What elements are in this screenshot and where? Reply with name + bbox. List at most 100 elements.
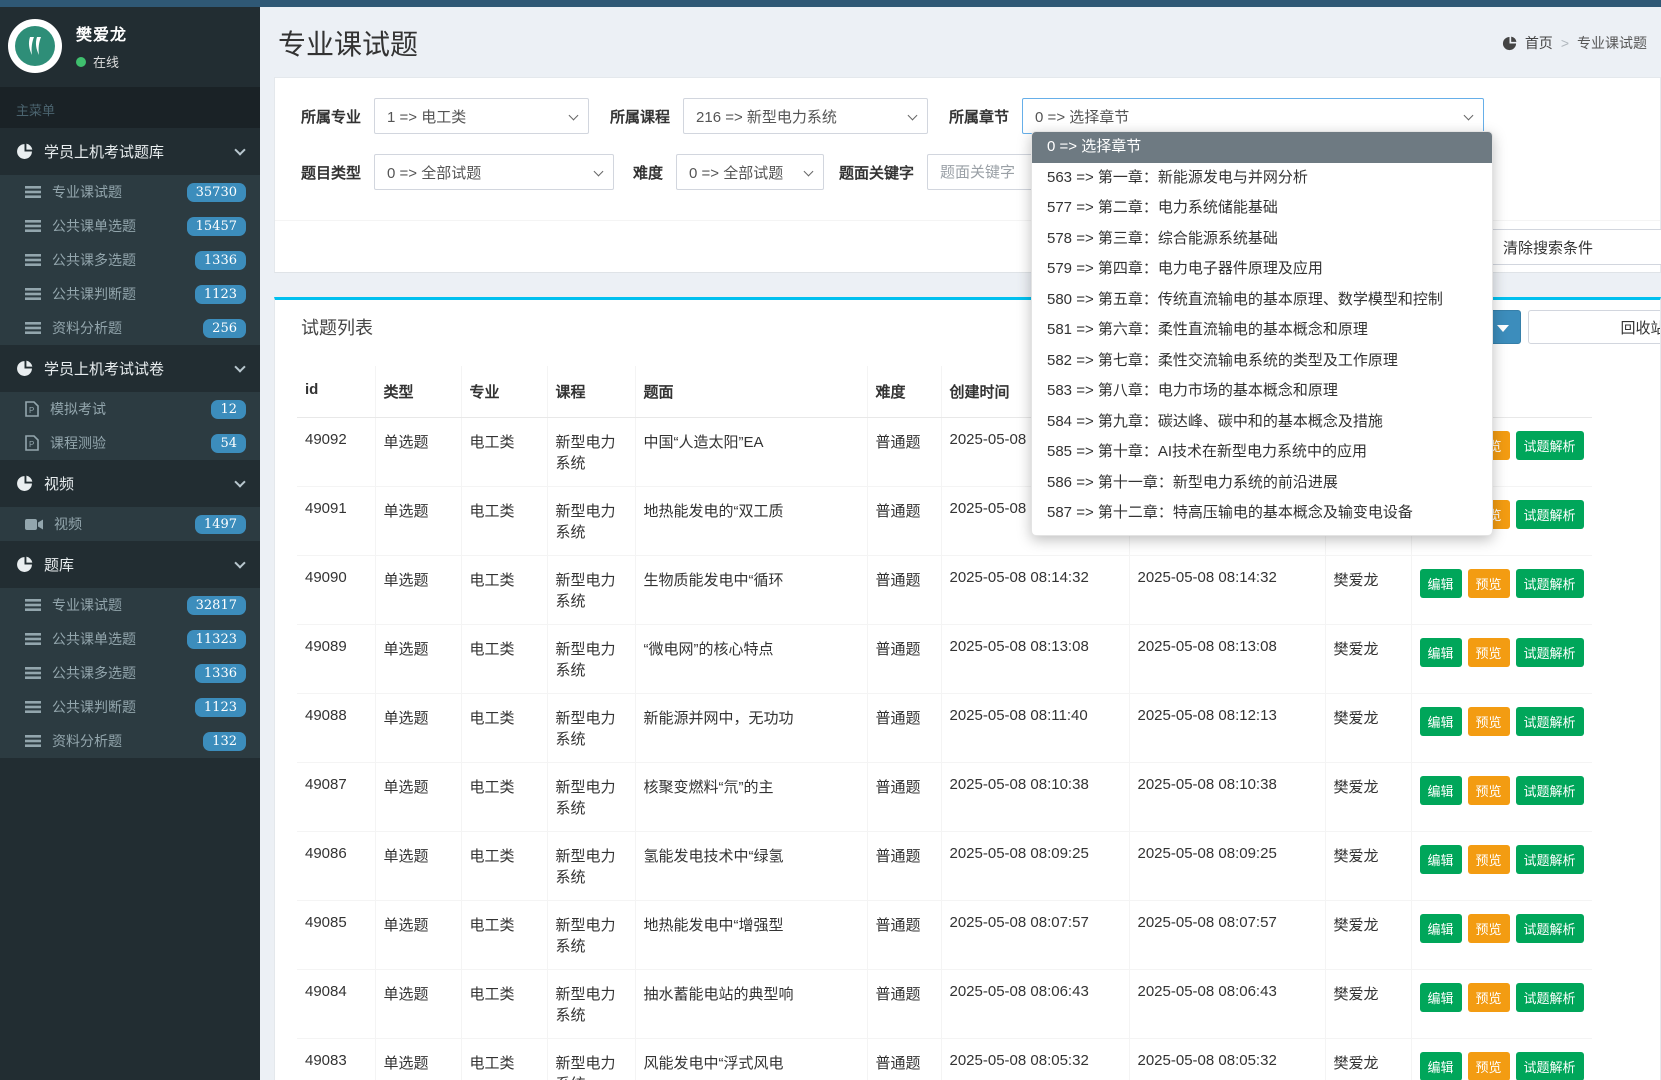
edit-button[interactable]: 编辑 (1420, 914, 1462, 943)
analysis-button[interactable]: 试题解析 (1516, 845, 1584, 874)
sidebar-item[interactable]: 公共课多选题1336 (0, 243, 260, 277)
cell-difficulty: 普通题 (867, 556, 941, 625)
major-select[interactable]: 1 => 电工类 (374, 98, 589, 134)
sidebar-item[interactable]: P课程测验54 (0, 426, 260, 460)
chevron-down-icon (908, 111, 918, 121)
hamburger-icon (25, 632, 41, 646)
cell-major: 电工类 (461, 901, 547, 970)
recycle-bin-button[interactable]: 回收站 (1528, 310, 1661, 344)
count-badge: 54 (211, 434, 246, 453)
cell-updated: 2025-05-08 08:13:08 (1129, 625, 1325, 694)
chapter-option[interactable]: 582 => 第七章：柔性交流输电系统的类型及工作原理 (1032, 346, 1492, 377)
cell-type: 单选题 (375, 487, 461, 556)
hamburger-icon (25, 287, 41, 301)
cell-id: 49090 (297, 556, 375, 625)
clear-search-button[interactable]: 清除搜索条件 (1488, 229, 1661, 265)
sidebar-item[interactable]: 视频1497 (0, 507, 260, 541)
preview-button[interactable]: 预览 (1468, 638, 1510, 667)
sidebar-group-header[interactable]: 视频 (0, 460, 260, 507)
chapter-option[interactable]: 581 => 第六章：柔性直流输电的基本概念和原理 (1032, 315, 1492, 346)
count-badge: 12 (211, 400, 246, 419)
sidebar-item[interactable]: P模拟考试12 (0, 392, 260, 426)
table-row: 49083单选题电工类新型电力系统风能发电中“浮式风电普通题2025-05-08… (297, 1039, 1592, 1080)
course-select[interactable]: 216 => 新型电力系统 (683, 98, 928, 134)
sidebar-group-header[interactable]: 学员上机考试题库 (0, 128, 260, 175)
analysis-button[interactable]: 试题解析 (1516, 1052, 1584, 1080)
edit-button[interactable]: 编辑 (1420, 845, 1462, 874)
cell-type: 单选题 (375, 694, 461, 763)
sidebar-item[interactable]: 专业课试题35730 (0, 175, 260, 209)
preview-button[interactable]: 预览 (1468, 983, 1510, 1012)
preview-button[interactable]: 预览 (1468, 845, 1510, 874)
sidebar-item-label: 视频 (54, 514, 184, 534)
cell-actions: 编辑预览试题解析 (1411, 763, 1592, 832)
sidebar-item[interactable]: 公共课多选题1336 (0, 656, 260, 690)
cell-creator: 樊爱龙 (1325, 556, 1411, 625)
chapter-option[interactable]: 578 => 第三章：综合能源系统基础 (1032, 224, 1492, 255)
edit-button[interactable]: 编辑 (1420, 776, 1462, 805)
cell-id: 49086 (297, 832, 375, 901)
analysis-button[interactable]: 试题解析 (1516, 776, 1584, 805)
sidebar-item[interactable]: 专业课试题32817 (0, 588, 260, 622)
cell-major: 电工类 (461, 418, 547, 487)
analysis-button[interactable]: 试题解析 (1516, 707, 1584, 736)
count-badge: 1123 (195, 698, 246, 717)
table-row: 49089单选题电工类新型电力系统“微电网”的核心特点普通题2025-05-08… (297, 625, 1592, 694)
question-list-title: 试题列表 (301, 314, 373, 340)
preview-button[interactable]: 预览 (1468, 1052, 1510, 1080)
cell-type: 单选题 (375, 832, 461, 901)
top-strip (0, 0, 1661, 7)
sidebar-item[interactable]: 公共课判断题1123 (0, 690, 260, 724)
analysis-button[interactable]: 试题解析 (1516, 431, 1584, 460)
row-actions: 编辑预览试题解析 (1420, 776, 1584, 805)
analysis-button[interactable]: 试题解析 (1516, 500, 1584, 529)
chapter-option[interactable]: 587 => 第十二章：特高压输电的基本概念及输变电设备 (1032, 498, 1492, 529)
chapter-option[interactable]: 577 => 第二章：电力系统储能基础 (1032, 193, 1492, 224)
chapter-option[interactable]: 583 => 第八章：电力市场的基本概念和原理 (1032, 376, 1492, 407)
chapter-option[interactable]: 0 => 选择章节 (1032, 132, 1492, 163)
analysis-button[interactable]: 试题解析 (1516, 983, 1584, 1012)
sidebar-item[interactable]: 资料分析题256 (0, 311, 260, 345)
question-type-select[interactable]: 0 => 全部试题 (374, 154, 614, 190)
sidebar-item[interactable]: 资料分析题132 (0, 724, 260, 758)
cell-major: 电工类 (461, 625, 547, 694)
chapter-option[interactable]: 586 => 第十一章：新型电力系统的前沿进展 (1032, 468, 1492, 499)
preview-button[interactable]: 预览 (1468, 914, 1510, 943)
edit-button[interactable]: 编辑 (1420, 569, 1462, 598)
chapter-option[interactable]: 580 => 第五章：传统直流输电的基本原理、数学模型和控制 (1032, 285, 1492, 316)
sidebar-item-label: 公共课多选题 (52, 663, 184, 683)
cell-stem: 生物质能发电中“循环 (635, 556, 867, 625)
sidebar-item[interactable]: 公共课单选题15457 (0, 209, 260, 243)
sidebar-group-header[interactable]: 题库 (0, 541, 260, 588)
preview-button[interactable]: 预览 (1468, 707, 1510, 736)
preview-button[interactable]: 预览 (1468, 776, 1510, 805)
app-window: 樊爱龙 在线 主菜单 学员上机考试题库专业课试题35730公共课单选题15457… (0, 0, 1661, 1080)
cell-actions: 编辑预览试题解析 (1411, 832, 1592, 901)
chapter-option[interactable]: 563 => 第一章：新能源发电与并网分析 (1032, 163, 1492, 194)
table-row: 49088单选题电工类新型电力系统新能源并网中，无功功普通题2025-05-08… (297, 694, 1592, 763)
chapter-option[interactable]: 579 => 第四章：电力电子器件原理及应用 (1032, 254, 1492, 285)
sidebar-item[interactable]: 公共课单选题11323 (0, 622, 260, 656)
chapter-label: 所属章节 (949, 106, 1009, 127)
edit-button[interactable]: 编辑 (1420, 983, 1462, 1012)
edit-button[interactable]: 编辑 (1420, 707, 1462, 736)
difficulty-select[interactable]: 0 => 全部试题 (676, 154, 824, 190)
cell-created: 2025-05-08 08:14:32 (941, 556, 1129, 625)
chapter-option[interactable]: 584 => 第九章：碳达峰、碳中和的基本概念及措施 (1032, 407, 1492, 438)
breadcrumb-home[interactable]: 首页 (1525, 33, 1553, 53)
analysis-button[interactable]: 试题解析 (1516, 914, 1584, 943)
row-actions: 编辑预览试题解析 (1420, 638, 1584, 667)
preview-button[interactable]: 预览 (1468, 569, 1510, 598)
chapter-select[interactable]: 0 => 选择章节 (1022, 98, 1484, 134)
cell-id: 49085 (297, 901, 375, 970)
analysis-button[interactable]: 试题解析 (1516, 638, 1584, 667)
count-badge: 132 (203, 732, 246, 751)
edit-button[interactable]: 编辑 (1420, 638, 1462, 667)
sidebar-submenu: 专业课试题35730公共课单选题15457公共课多选题1336公共课判断题112… (0, 175, 260, 345)
table-row: 49090单选题电工类新型电力系统生物质能发电中“循环普通题2025-05-08… (297, 556, 1592, 625)
analysis-button[interactable]: 试题解析 (1516, 569, 1584, 598)
edit-button[interactable]: 编辑 (1420, 1052, 1462, 1080)
sidebar-item[interactable]: 公共课判断题1123 (0, 277, 260, 311)
sidebar-group-header[interactable]: 学员上机考试试卷 (0, 345, 260, 392)
chapter-option[interactable]: 585 => 第十章：AI技术在新型电力系统中的应用 (1032, 437, 1492, 468)
